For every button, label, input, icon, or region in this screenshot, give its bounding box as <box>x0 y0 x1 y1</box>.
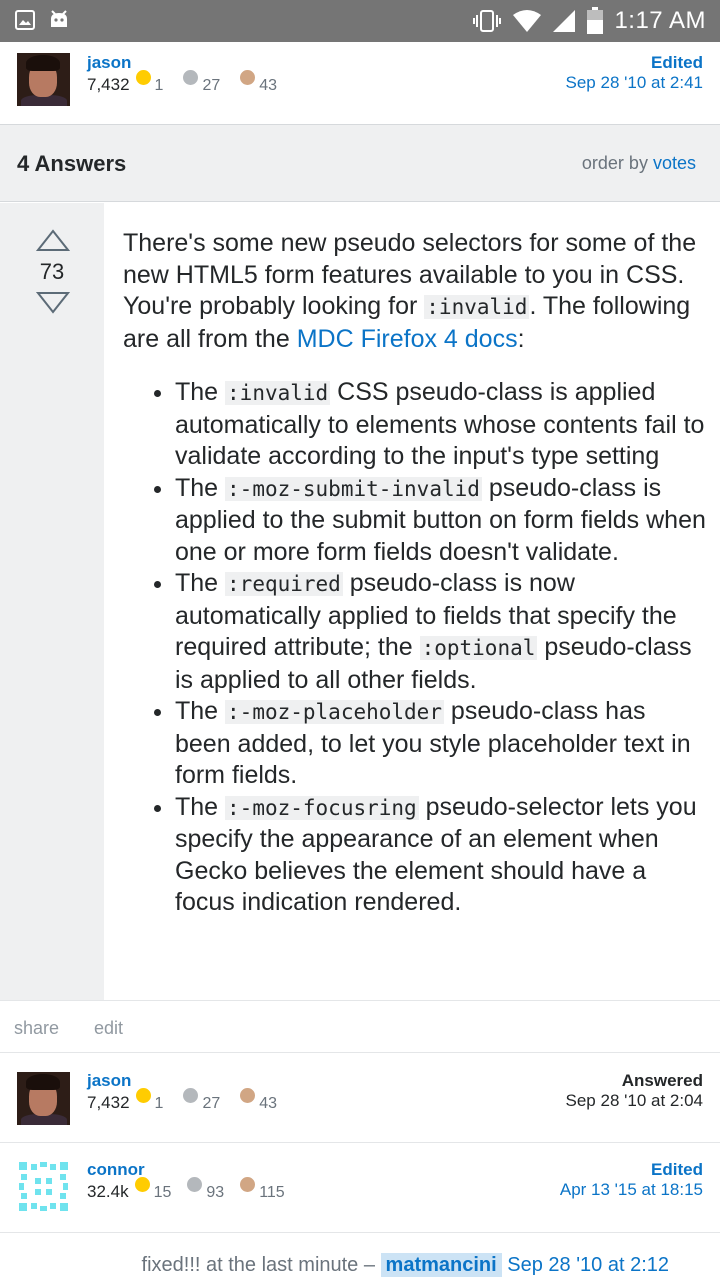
question-owner-card: jason 7,432 1 27 43 Edited Sep 28 '10 at… <box>0 42 720 124</box>
answers-header: 4 Answers order by votes <box>0 124 720 202</box>
silver-count: 27 <box>202 77 221 94</box>
mdc-docs-link[interactable]: MDC Firefox 4 docs <box>297 325 518 353</box>
gold-badges: 1 <box>135 1088 164 1113</box>
inline-code: :invalid <box>225 381 331 405</box>
silver-badge-icon <box>183 1088 199 1103</box>
comment-text: fixed!!! at the last minute – <box>141 1254 381 1276</box>
bronze-badge-icon <box>240 70 256 85</box>
vote-count: 73 <box>39 259 65 284</box>
inline-code: :-moz-placeholder <box>225 700 444 724</box>
comment-date-link[interactable]: Sep 28 '10 at 2:12 <box>507 1254 669 1276</box>
bronze-count: 43 <box>259 77 278 94</box>
user-name-link[interactable]: jason <box>87 53 131 73</box>
silver-badge-icon <box>187 1177 203 1192</box>
reputation-score: 7,432 <box>87 75 130 94</box>
user-name-link[interactable]: connor <box>87 1160 145 1180</box>
answer-intro: There's some new pseudo selectors for so… <box>123 228 708 355</box>
user-reputation: 7,432 1 27 43 <box>87 1088 278 1113</box>
answered-action-label: Answered <box>621 1071 703 1090</box>
gold-count: 1 <box>154 1095 164 1112</box>
reputation-score: 32.4k <box>87 1182 129 1201</box>
user-reputation: 32.4k 15 93 115 <box>87 1177 285 1202</box>
status-bar: 1:17 AM <box>0 0 720 42</box>
silver-badges: 27 <box>183 70 221 95</box>
silver-badges: 93 <box>187 1177 225 1202</box>
silver-count: 93 <box>206 1184 225 1201</box>
upvote-arrow-icon[interactable] <box>36 228 70 252</box>
bronze-badge-icon <box>240 1088 256 1103</box>
user-name-link[interactable]: jason <box>87 1071 131 1091</box>
gold-badge-icon <box>135 1088 151 1103</box>
order-label: order by <box>581 153 648 173</box>
pseudo-class-list: The :invalid CSS pseudo-class is applied… <box>123 377 708 919</box>
intro-text: : <box>517 324 525 353</box>
wifi-icon <box>513 10 542 32</box>
comment-user-link[interactable]: matmancini <box>380 1253 502 1277</box>
avatar[interactable] <box>17 1072 70 1125</box>
list-item: The :-moz-focusring pseudo-selector lets… <box>175 792 708 919</box>
edit-link[interactable]: edit <box>94 1018 123 1039</box>
downvote-arrow-icon[interactable] <box>36 291 70 315</box>
inline-code: :optional <box>419 636 538 660</box>
edit-date-link[interactable]: Apr 13 '15 at 18:15 <box>560 1180 703 1200</box>
inline-code: :-moz-submit-invalid <box>225 476 482 501</box>
silver-badge-icon <box>183 70 199 85</box>
battery-icon <box>587 7 604 34</box>
bronze-badges: 43 <box>240 70 278 95</box>
edit-action-label: Edited <box>651 53 703 72</box>
bronze-count: 115 <box>259 1184 285 1201</box>
inline-code: :invalid <box>424 295 530 319</box>
list-item: The :-moz-submit-invalid pseudo-class is… <box>175 473 708 569</box>
share-link[interactable]: share <box>14 1018 59 1039</box>
bronze-badge-icon <box>240 1177 256 1192</box>
identicon-avatar[interactable] <box>17 1160 70 1213</box>
bronze-badges: 115 <box>240 1177 285 1202</box>
answer-owner-card: jason 7,432 1 27 43 Answered Sep 28 '10 … <box>0 1054 720 1142</box>
list-item: The :-moz-placeholder pseudo-class has b… <box>175 696 708 792</box>
clock: 1:17 AM <box>614 7 706 34</box>
silver-count: 27 <box>202 1095 221 1112</box>
comment: fixed!!! at the last minute – matmancini… <box>0 1232 720 1280</box>
list-item: The :required pseudo-class is now automa… <box>175 568 708 696</box>
android-debug-icon <box>51 10 67 27</box>
comment-line: fixed!!! at the last minute – matmancini… <box>141 1253 669 1277</box>
avatar[interactable] <box>17 53 70 106</box>
edit-date-link[interactable]: Sep 28 '10 at 2:41 <box>566 73 703 93</box>
post-actions: share edit <box>0 1000 720 1053</box>
gallery-icon <box>15 10 35 30</box>
vibrate-icon <box>473 10 502 32</box>
bronze-count: 43 <box>259 1095 278 1112</box>
inline-code: :required <box>225 572 343 596</box>
gold-count: 1 <box>154 77 164 94</box>
signal-icon <box>553 10 576 32</box>
answers-count: 4 Answers <box>17 151 127 176</box>
gold-badges: 15 <box>134 1177 172 1202</box>
sort-order: order by votes <box>582 153 696 174</box>
answered-date: Sep 28 '10 at 2:04 <box>565 1091 703 1110</box>
reputation-score: 7,432 <box>87 1093 130 1112</box>
user-reputation: 7,432 1 27 43 <box>87 70 278 95</box>
gold-badges: 1 <box>135 70 164 95</box>
answer-editor-card: connor 32.4k 15 93 115 Edited Apr 13 '15… <box>0 1143 720 1231</box>
gold-count: 15 <box>153 1184 172 1201</box>
inline-code: :-moz-focusring <box>225 795 419 820</box>
silver-badges: 27 <box>183 1088 221 1113</box>
gold-badge-icon <box>135 70 151 85</box>
vote-column: 73 <box>0 203 104 1000</box>
identicon-icon <box>19 1162 68 1211</box>
list-item: The :invalid CSS pseudo-class is applied… <box>175 377 708 473</box>
gold-badge-icon <box>134 1177 150 1192</box>
bronze-badges: 43 <box>240 1088 278 1113</box>
answer-body: There's some new pseudo selectors for so… <box>123 228 708 919</box>
order-votes-link[interactable]: votes <box>653 153 696 173</box>
edit-action-label: Edited <box>651 1160 703 1179</box>
